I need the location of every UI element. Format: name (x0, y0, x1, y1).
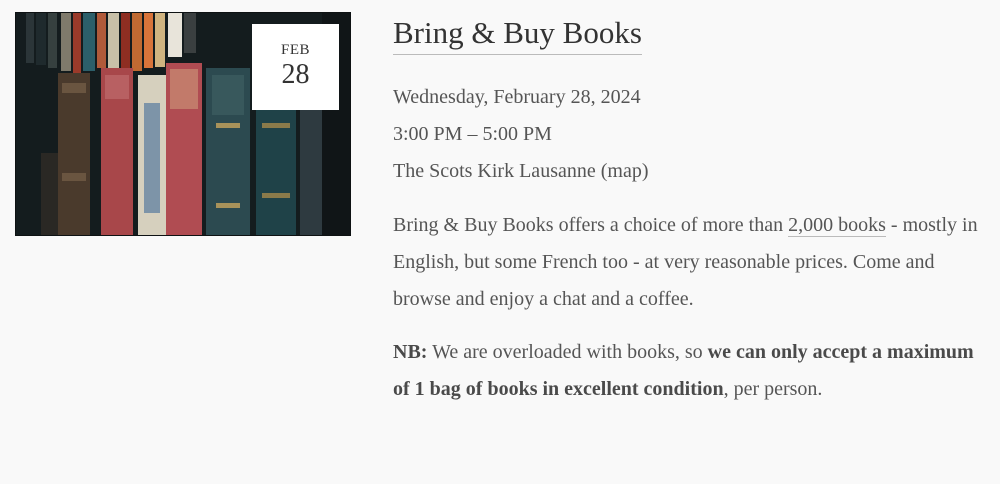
event-description: Bring & Buy Books offers a choice of mor… (393, 207, 983, 318)
date-month: FEB (280, 42, 310, 58)
map-paren-close: ) (641, 160, 649, 182)
books-count-link[interactable]: 2,000 books (788, 214, 886, 237)
notice-prefix: NB: (393, 341, 428, 363)
event-date: Wednesday, February 28, 2024 (393, 86, 641, 108)
date-badge: FEB 28 (252, 24, 339, 110)
map-link[interactable]: map (607, 160, 641, 182)
description-text-before: Bring & Buy Books offers a choice of mor… (393, 214, 789, 236)
notice-text-2: , per person. (723, 378, 823, 400)
event-location: The Scots Kirk Lausanne (393, 160, 596, 182)
event-details: Bring & Buy Books Wednesday, February 28… (393, 14, 983, 408)
event-meta: Wednesday, February 28, 2024 3:00 PM – 5… (393, 79, 983, 190)
date-day: 28 (281, 59, 310, 90)
event-location-line: The Scots Kirk Lausanne (map) (393, 153, 983, 190)
notice-text-1: We are overloaded with books, so (427, 341, 708, 363)
event-time: 3:00 PM – 5:00 PM (393, 123, 552, 145)
event-title[interactable]: Bring & Buy Books (393, 14, 642, 55)
event-notice: NB: We are overloaded with books, so we … (393, 334, 983, 408)
